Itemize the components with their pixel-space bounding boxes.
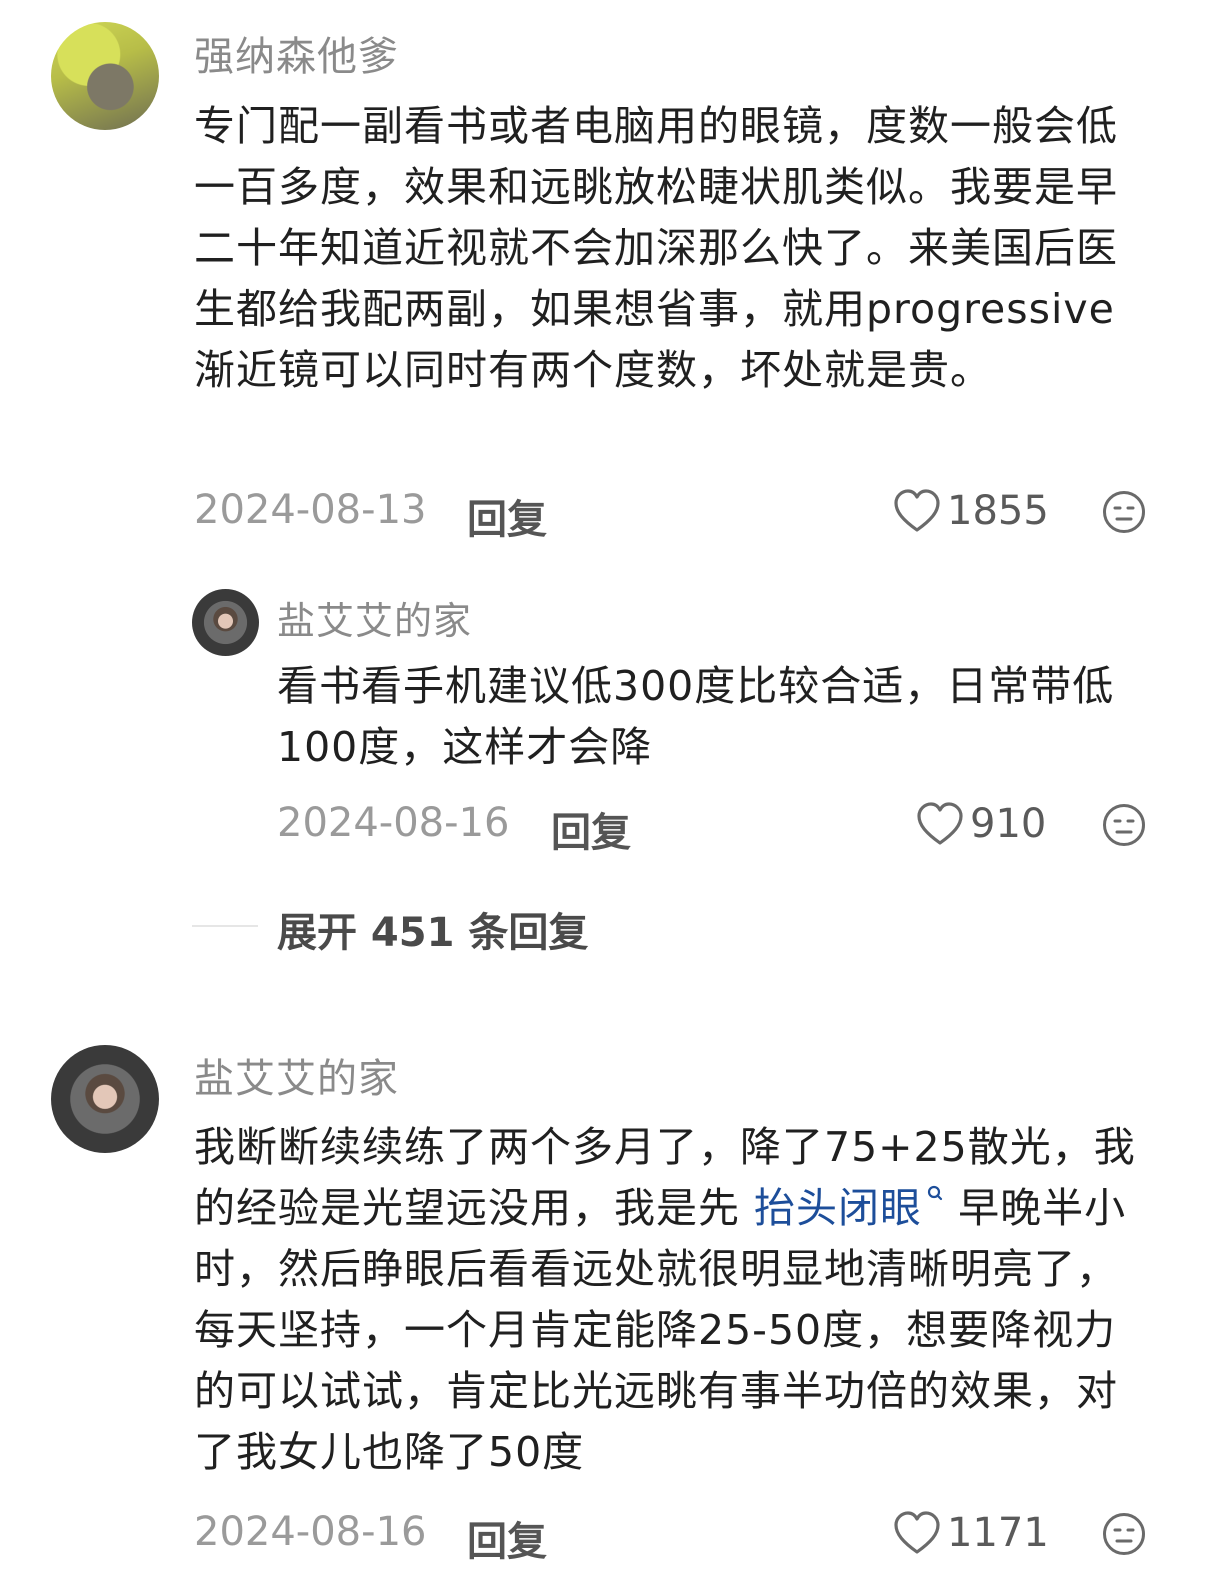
avatar[interactable] <box>192 589 259 656</box>
like-count: 1171 <box>947 1510 1049 1556</box>
reply-username[interactable]: 盐艾艾的家 <box>277 590 472 645</box>
like-button[interactable]: 1855 <box>893 488 1049 534</box>
like-button[interactable]: 1171 <box>893 1510 1049 1556</box>
comment-text: 专门配一副看书或者电脑用的眼镜，度数一般会低一百多度，效果和远眺放松睫状肌类似。… <box>194 102 1118 394</box>
reply-text: 看书看手机建议低300度比较合适，日常带低100度，这样才会降 <box>277 662 1115 771</box>
comment-date: 2024-08-13 <box>194 487 427 533</box>
avatar[interactable] <box>51 1045 159 1153</box>
comment-date: 2024-08-16 <box>194 1509 427 1555</box>
comment-username[interactable]: 盐艾艾的家 <box>194 1046 399 1104</box>
neutral-face-icon <box>1101 489 1147 535</box>
heart-icon <box>893 1510 941 1556</box>
dislike-button[interactable] <box>1101 1511 1147 1557</box>
like-count: 1855 <box>947 488 1049 534</box>
divider <box>192 925 258 927</box>
reply-button[interactable]: 回复 <box>551 800 631 858</box>
topic-link-label[interactable]: 抬头闭眼 <box>754 1184 922 1232</box>
comment-username[interactable]: 强纳森他爹 <box>194 24 399 82</box>
reply-button[interactable]: 回复 <box>467 1509 547 1567</box>
reply-date: 2024-08-16 <box>277 800 510 846</box>
dislike-button[interactable] <box>1101 802 1147 848</box>
like-count: 910 <box>970 801 1047 847</box>
dislike-button[interactable] <box>1101 489 1147 535</box>
expand-replies-button[interactable]: 展开 451 条回复 <box>277 900 588 958</box>
search-icon <box>926 1184 944 1206</box>
comment-text: 我断断续续练了两个多月了，降了75+25散光，我的经验是光望远没用，我是先 抬头… <box>194 1117 1144 1483</box>
topic-link[interactable]: 抬头闭眼 <box>754 1184 944 1232</box>
neutral-face-icon <box>1101 1511 1147 1557</box>
avatar[interactable] <box>51 22 159 130</box>
neutral-face-icon <box>1101 802 1147 848</box>
heart-icon <box>916 801 964 847</box>
like-button[interactable]: 910 <box>916 801 1046 847</box>
heart-icon <box>893 488 941 534</box>
reply-button[interactable]: 回复 <box>467 487 547 545</box>
